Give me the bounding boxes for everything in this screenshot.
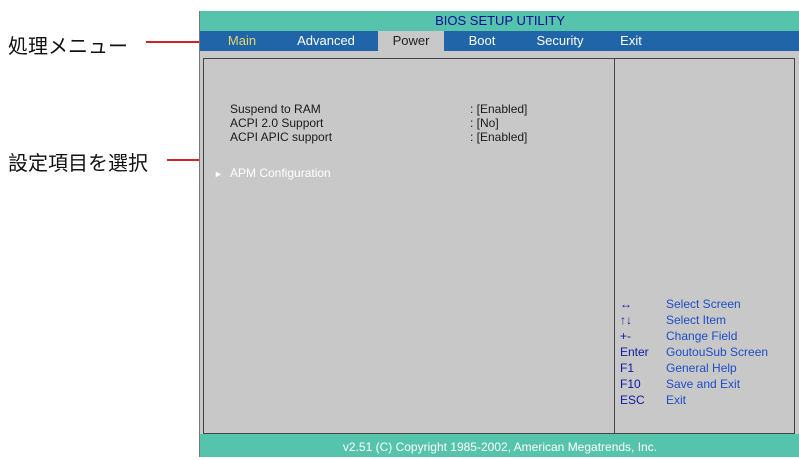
menu-security[interactable]: Security: [528, 31, 592, 51]
help-key: F1: [620, 361, 635, 375]
help-desc: Select Item: [666, 313, 727, 327]
setting-value: : [Enabled]: [470, 130, 528, 144]
help-key: ESC: [620, 393, 645, 407]
help-key: ↑↓: [620, 313, 632, 327]
help-desc: GoutouSub Screen: [666, 345, 769, 359]
menu-main[interactable]: Main: [220, 31, 264, 51]
setting-name: ACPI APIC support: [230, 130, 333, 144]
copyright-footer: v2.51 (C) Copyright 1985-2002, American …: [200, 434, 799, 457]
bios-title: BIOS SETUP UTILITY: [200, 11, 799, 31]
select-callout-label: 設定項目を選択: [8, 151, 148, 175]
menu-boot[interactable]: Boot: [460, 31, 504, 51]
menu-power[interactable]: Power: [378, 31, 444, 51]
menu-callout-label: 処理メニュー: [8, 34, 128, 58]
setting-value: : [No]: [470, 116, 499, 130]
help-desc: General Help: [666, 361, 737, 375]
help-key: F10: [620, 377, 641, 391]
content-panel: Suspend to RAM : [Enabled] ACPI 2.0 Supp…: [203, 58, 795, 434]
setting-name: Suspend to RAM: [230, 102, 321, 116]
submenu-arrow-icon: ►: [214, 169, 223, 179]
menu-bar: Main Advanced Power Boot Security Exit: [200, 31, 799, 51]
help-key: +-: [620, 329, 632, 343]
help-desc: Save and Exit: [666, 377, 741, 391]
panel-divider: [614, 59, 615, 433]
help-desc: Select Screen: [666, 297, 741, 311]
setting-value: : [Enabled]: [470, 102, 528, 116]
menu-advanced[interactable]: Advanced: [288, 31, 364, 51]
setting-name: ACPI 2.0 Support: [230, 116, 324, 130]
menu-exit[interactable]: Exit: [616, 31, 646, 51]
help-desc: Exit: [666, 393, 687, 407]
submenu-label: APM Configuration: [230, 166, 331, 180]
submenu-apm-configuration[interactable]: ► APM Configuration: [214, 166, 331, 180]
bios-window: BIOS SETUP UTILITY Main Advanced Power B…: [199, 11, 799, 457]
help-key: Enter: [620, 345, 649, 359]
help-key: ↔: [620, 297, 632, 311]
help-desc: Change Field: [666, 329, 738, 343]
